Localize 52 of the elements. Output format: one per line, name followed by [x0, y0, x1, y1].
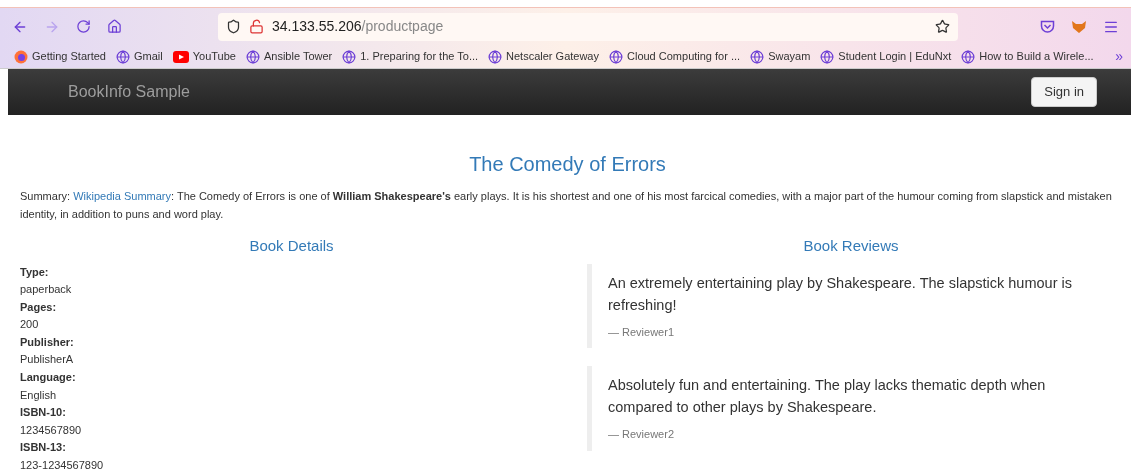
insecure-lock-icon: [249, 19, 264, 34]
field-label: Language:: [20, 370, 77, 386]
globe-icon: [245, 49, 260, 64]
shield-icon: [226, 19, 241, 34]
address-text: 34.133.55.206/productpage: [272, 17, 444, 36]
bookmark-item[interactable]: Ansible Tower: [245, 48, 333, 65]
field-label: ISBN-10:: [20, 405, 67, 421]
field-label: Pages:: [20, 299, 58, 315]
pocket-icon[interactable]: [1040, 19, 1055, 34]
bookmark-item[interactable]: Getting Started: [14, 48, 106, 65]
field-value: English: [20, 387, 58, 403]
home-icon[interactable]: [107, 19, 122, 34]
reviewer-name: — Reviewer2: [608, 427, 676, 442]
bookmark-star-icon[interactable]: [935, 19, 950, 34]
firefox-icon: [14, 49, 28, 64]
globe-icon: [820, 49, 835, 64]
bookmark-item[interactable]: YouTube: [172, 48, 236, 65]
brand-title[interactable]: BookInfo Sample: [68, 80, 190, 104]
globe-icon: [961, 49, 976, 64]
field-label: ISBN-13:: [20, 440, 67, 456]
bookmark-item[interactable]: Netscaler Gateway: [488, 48, 599, 65]
globe-icon: [342, 49, 357, 64]
bookmark-item[interactable]: Student Login | EduNxt: [820, 48, 952, 65]
field-value: paperback: [20, 282, 73, 298]
field-label: Publisher:: [20, 334, 75, 350]
sign-in-button[interactable]: Sign in: [1031, 77, 1097, 107]
details-heading: Book Details: [248, 236, 335, 256]
reload-icon[interactable]: [76, 19, 91, 34]
globe-icon: [116, 49, 130, 64]
bookmark-item[interactable]: Cloud Computing for ...: [609, 48, 741, 65]
review-text: Absolutely fun and entertaining. The play lacks thematic depth when compared to other plays by Shakespeare.: [608, 376, 1047, 417]
reviews-heading: Book Reviews: [802, 236, 900, 256]
globe-icon: [609, 49, 623, 64]
globe-icon: [488, 49, 503, 64]
bookmark-item[interactable]: Swayam: [750, 48, 811, 65]
summary-text: Summary: Wikipedia Summary: The Comedy of Errors is one of William Shakespeare's early plays. It is his shortest and one of his most farcical comedies, with a major part of the humour coming from slapstick and mistaken identity, in addition to puns and word play.: [19, 189, 1113, 222]
field-label: Type:: [20, 264, 50, 280]
address-bar[interactable]: 34.133.55.206/productpage: [218, 12, 958, 41]
bookmark-item[interactable]: Gmail: [116, 48, 163, 65]
field-value: 1234567890: [20, 422, 83, 438]
bookmarks-overflow[interactable]: »: [1115, 46, 1123, 67]
review-text: An extremely entertaining play by Shakespeare. The slapstick humour is refreshing!: [608, 273, 1073, 315]
bookmark-item[interactable]: 1. Preparing for the To...: [342, 48, 479, 65]
field-value: 123-1234567890: [20, 458, 105, 473]
globe-icon: [750, 49, 765, 64]
field-value: 200: [20, 317, 40, 333]
bookmark-item[interactable]: How to Build a Wirele...: [961, 48, 1094, 65]
field-value: PublisherA: [20, 352, 75, 368]
book-title: The Comedy of Errors: [468, 152, 667, 177]
reviewer-name: — Reviewer1: [608, 324, 676, 340]
youtube-icon: [172, 50, 189, 63]
wikipedia-link[interactable]: Wikipedia Summary: [73, 190, 171, 202]
